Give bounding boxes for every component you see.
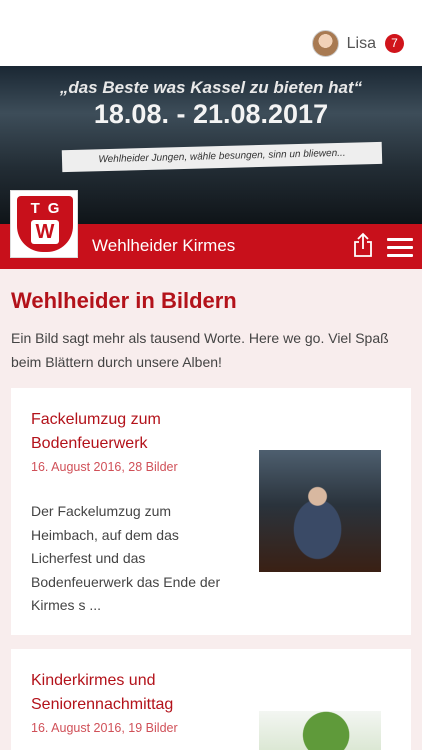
club-logo[interactable]: TG W xyxy=(10,190,78,258)
notification-badge[interactable]: 7 xyxy=(385,34,404,53)
album-meta: 16. August 2016, 19 Bilder xyxy=(31,721,178,735)
nav-title[interactable]: Wehlheider Kirmes xyxy=(92,236,235,256)
album-description: Der Fackelumzug zum Heimbach, auf dem da… xyxy=(31,503,221,613)
album-card[interactable]: Kinderkirmes und Seniorennachmittag 16. … xyxy=(11,649,411,750)
user-name[interactable]: Lisa xyxy=(347,35,376,53)
avatar[interactable] xyxy=(311,30,339,57)
page-title: Wehlheider in Bildern xyxy=(11,288,237,313)
logo-letters: TG xyxy=(30,200,68,217)
user-menu[interactable]: Lisa 7 xyxy=(311,30,404,57)
banner-ribbon: Wehlheider Jungen, wähle besungen, sinn … xyxy=(61,141,383,173)
album-thumbnail[interactable] xyxy=(259,711,381,750)
page-intro: Ein Bild sagt mehr als tausend Worte. He… xyxy=(11,330,389,370)
album-meta: 16. August 2016, 28 Bilder xyxy=(31,460,178,474)
logo-mark: W xyxy=(31,220,59,244)
top-bar: Lisa 7 xyxy=(0,0,422,66)
album-title[interactable]: Kinderkirmes und Seniorennachmittag xyxy=(31,669,231,717)
share-icon[interactable] xyxy=(352,232,374,258)
album-title[interactable]: Fackelumzug zum Bodenfeuerwerk xyxy=(31,408,231,456)
banner-dates: 18.08. - 21.08.2017 xyxy=(93,99,329,129)
album-card[interactable]: Fackelumzug zum Bodenfeuerwerk 16. Augus… xyxy=(11,388,411,635)
logo-shield: TG W xyxy=(17,196,73,252)
hamburger-menu-icon[interactable] xyxy=(387,238,413,257)
album-thumbnail[interactable] xyxy=(259,450,381,572)
banner-motto: „das Beste was Kassel zu bieten hat“ xyxy=(59,78,363,97)
